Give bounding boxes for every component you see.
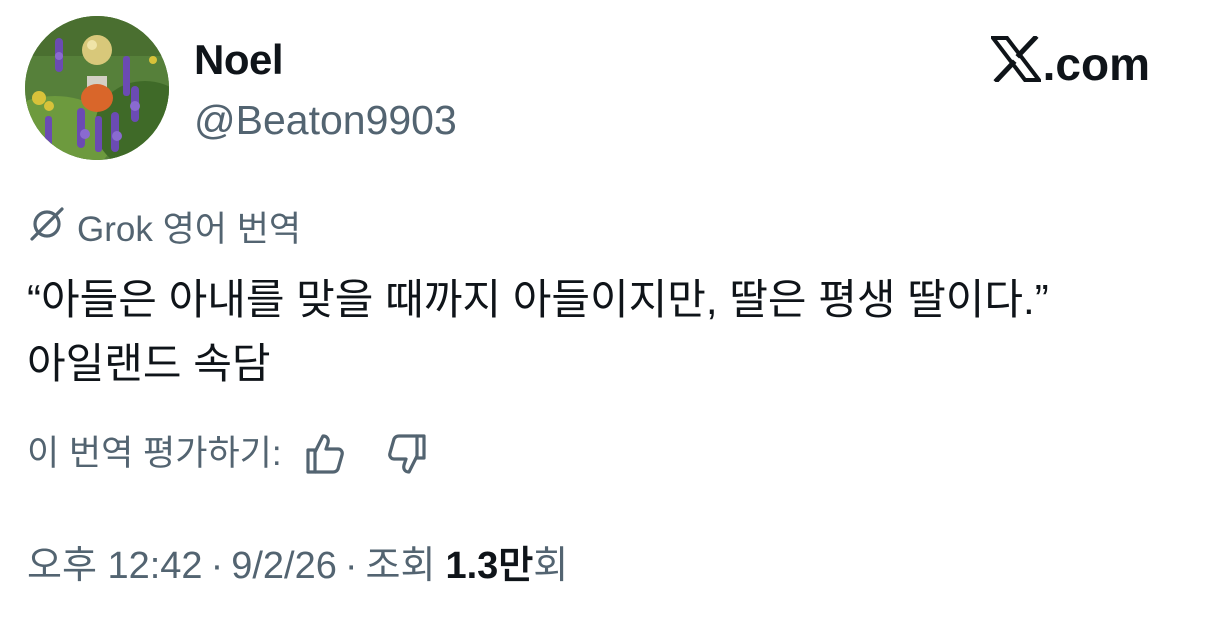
garden-flowers-avatar — [25, 16, 169, 160]
author-display-name[interactable]: Noel — [194, 36, 284, 84]
thumbs-down-button[interactable] — [384, 430, 432, 478]
thumbs-up-button[interactable] — [300, 430, 348, 478]
brand-domain: .com — [1042, 37, 1150, 90]
thumbs-up-icon — [305, 434, 344, 474]
x-logo-icon — [988, 34, 1043, 91]
grok-translation-label[interactable]: Grok 영어 번역 — [27, 204, 301, 255]
tweet-time[interactable]: 오후 12:42 — [27, 542, 203, 590]
tweet-text: “아들은 아내를 맞을 때까지 아들이지만, 딸은 평생 딸이다.” 아일랜드 … — [27, 276, 1049, 387]
brand-watermark: .com — [988, 34, 1150, 91]
views-count[interactable]: 1.3만 — [445, 542, 533, 590]
grok-icon — [27, 204, 67, 255]
rating-label: 이 번역 평가하기: — [27, 434, 282, 473]
meta-separator: · — [210, 545, 224, 587]
views-label: 조회 — [365, 545, 436, 587]
translation-rating: 이 번역 평가하기: — [27, 430, 432, 478]
thumbs-down-icon — [387, 434, 426, 474]
tweet-meta: 오후 12:42 · 9/2/26 · 조회 1.3만 회 — [27, 542, 568, 590]
author-handle[interactable]: @Beaton9903 — [194, 96, 457, 144]
meta-separator: · — [344, 545, 358, 587]
author-avatar[interactable] — [25, 16, 169, 160]
tweet-date[interactable]: 9/2/26 — [231, 542, 337, 590]
grok-translation-text: Grok 영어 번역 — [77, 209, 302, 249]
views-suffix: 회 — [533, 545, 569, 587]
